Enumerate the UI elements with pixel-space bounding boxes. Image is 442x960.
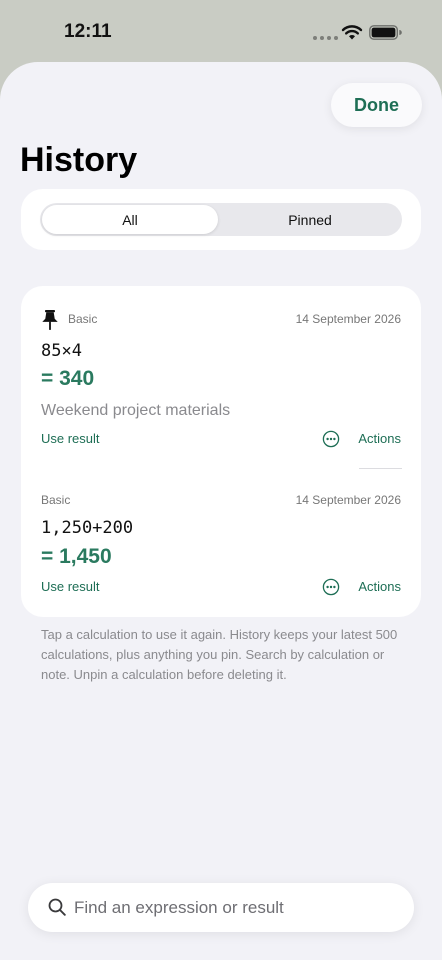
use-result-button[interactable]: Use result: [41, 579, 100, 594]
entry-date: 14 September 2026: [295, 493, 401, 507]
entry-expression: 85×4: [41, 341, 82, 361]
entry-expression: 1,250+200: [41, 518, 134, 538]
history-footer-note: Tap a calculation to use it again. Histo…: [41, 627, 398, 682]
actions-button[interactable]: Actions: [358, 431, 401, 446]
entry-date: 14 September 2026: [295, 312, 401, 326]
history-list: Basic 14 September 2026 85×4 = 340 Weeke…: [21, 286, 421, 617]
status-bar: 12:11: [0, 0, 442, 62]
entry-result: = 1,450: [41, 545, 112, 568]
segment-all[interactable]: All: [42, 205, 218, 234]
search-bar[interactable]: [28, 883, 414, 932]
search-input[interactable]: [74, 883, 394, 932]
done-button[interactable]: Done: [331, 83, 422, 127]
entry-result: = 340: [41, 367, 95, 390]
wifi-icon: [341, 25, 363, 40]
use-result-button[interactable]: Use result: [41, 431, 100, 446]
more-options-icon[interactable]: [322, 430, 340, 448]
entry-note: Weekend project materials: [41, 402, 231, 419]
filter-panel: All Pinned: [21, 189, 421, 250]
more-options-icon[interactable]: [322, 578, 340, 596]
pin-icon: [42, 310, 58, 330]
search-icon: [48, 898, 66, 916]
cellular-signal-icon: [313, 36, 338, 40]
status-time: 12:11: [64, 21, 112, 42]
filter-segmented-control: All Pinned: [40, 203, 402, 236]
segment-pinned[interactable]: Pinned: [220, 205, 400, 234]
history-entry[interactable]: Basic 14 September 2026 85×4 = 340 Weeke…: [21, 286, 421, 472]
entry-mode: Basic: [68, 312, 98, 326]
history-entry[interactable]: Basic 14 September 2026 1,250+200 = 1,45…: [21, 472, 421, 617]
entry-mode: Basic: [41, 493, 71, 507]
page-title: History: [20, 141, 138, 179]
battery-icon: [369, 25, 402, 40]
history-sheet: Done History All Pinned Basic 14 Septemb…: [0, 62, 442, 960]
actions-button[interactable]: Actions: [358, 579, 401, 594]
entry-divider: [359, 468, 402, 469]
